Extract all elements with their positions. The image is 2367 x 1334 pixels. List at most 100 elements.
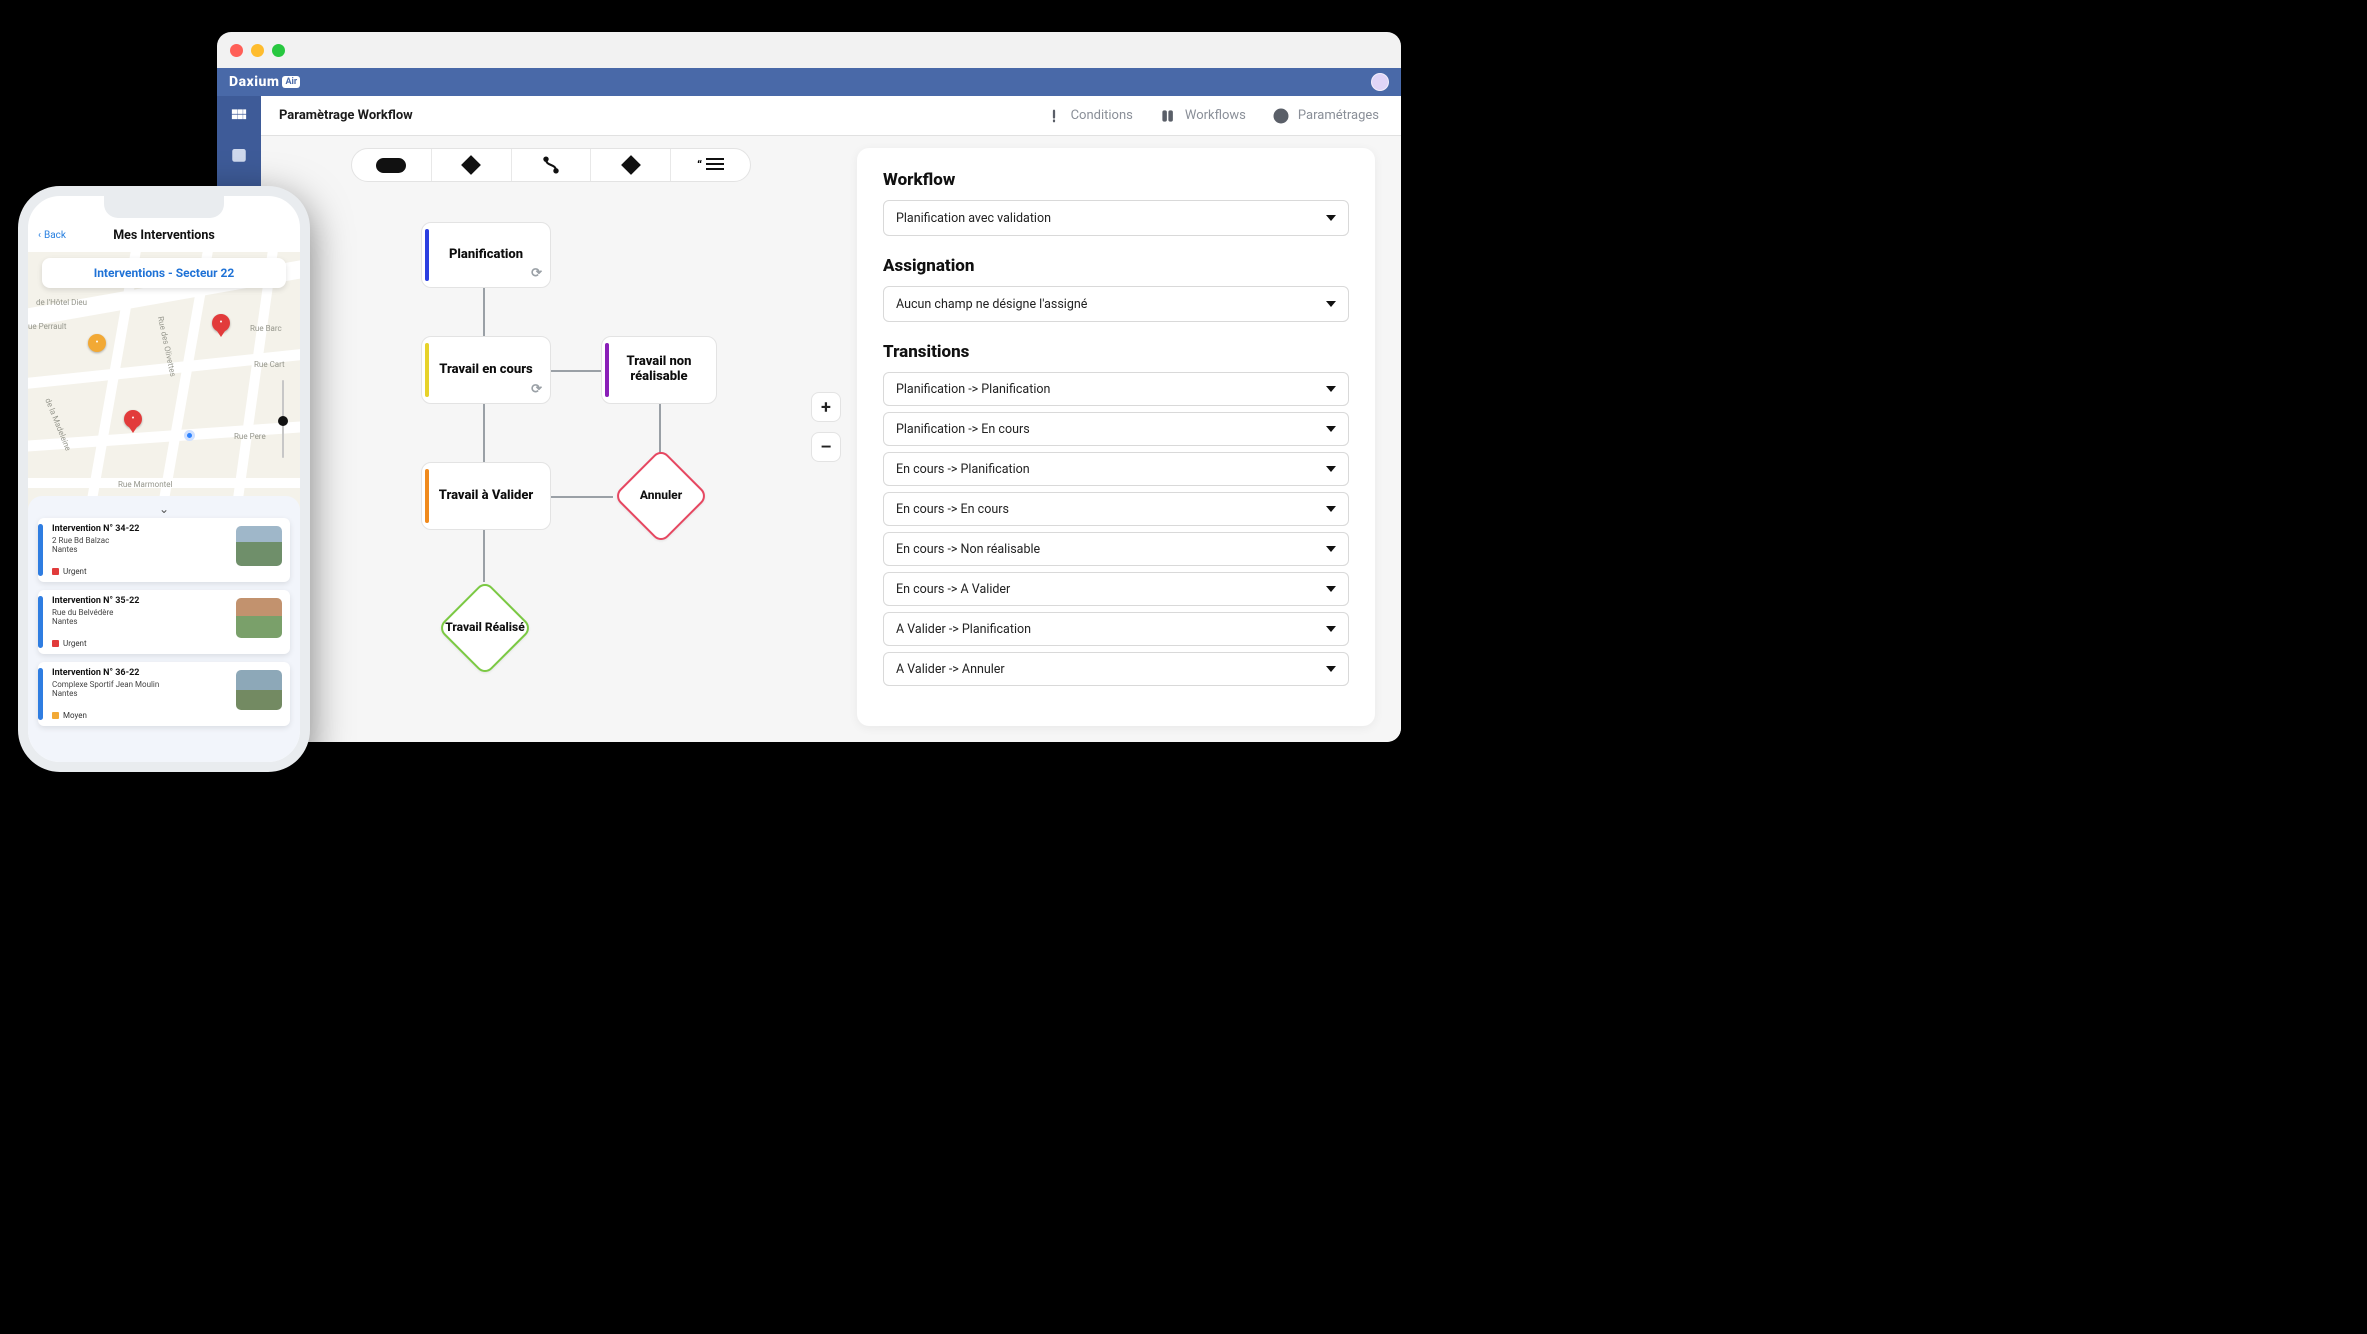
phone-map[interactable]: de l'Hôtel Dieu ue Perrault Rue Barc Rue… xyxy=(28,252,300,512)
transition-item[interactable]: En cours -> A Valider xyxy=(883,572,1349,606)
node-planification[interactable]: Planification ⟳ xyxy=(421,222,551,288)
node-label: Travail à Valider xyxy=(439,489,534,504)
chevron-down-icon xyxy=(1326,666,1336,672)
tab-conditions-label: Conditions xyxy=(1071,108,1133,123)
current-location-icon xyxy=(184,430,195,441)
tool-diamond[interactable] xyxy=(431,149,511,181)
map-pin-icon[interactable]: • xyxy=(124,410,142,428)
transition-item[interactable]: Planification -> En cours xyxy=(883,412,1349,446)
transition-item[interactable]: En cours -> Planification xyxy=(883,452,1349,486)
close-dot-icon[interactable] xyxy=(230,44,243,57)
tab-workflows-label: Workflows xyxy=(1185,108,1246,123)
street-label: ue Perrault xyxy=(28,322,66,331)
map-zoom-knob[interactable] xyxy=(278,416,288,426)
card-priority: Urgent xyxy=(52,567,87,576)
transition-label: En cours -> En cours xyxy=(896,502,1009,517)
card-accent xyxy=(38,524,43,576)
properties-panel: Workflow Planification avec validation A… xyxy=(857,148,1375,726)
chevron-down-icon xyxy=(1326,386,1336,392)
workflow-select[interactable]: Planification avec validation xyxy=(883,200,1349,236)
brand-badge: Air xyxy=(282,76,300,88)
grid-icon[interactable] xyxy=(230,106,248,124)
section-pill[interactable]: Interventions - Secteur 22 xyxy=(42,258,286,288)
brand-logo: Daxium xyxy=(229,74,279,90)
minimize-dot-icon[interactable] xyxy=(251,44,264,57)
card-priority-label: Urgent xyxy=(63,567,87,576)
chevron-down-icon xyxy=(1326,215,1336,221)
tool-rect[interactable] xyxy=(352,149,431,181)
transition-label: Planification -> En cours xyxy=(896,422,1030,437)
chevron-down-icon xyxy=(1326,506,1336,512)
node-annuler[interactable]: Annuler xyxy=(613,448,709,544)
tab-parametrages-label: Paramétrages xyxy=(1298,108,1379,123)
tab-workflows[interactable]: Workflows xyxy=(1159,107,1246,125)
phone-header: ‹Back Mes Interventions xyxy=(28,218,300,252)
node-label: Travail en cours xyxy=(439,363,532,378)
user-avatar[interactable] xyxy=(1371,73,1389,91)
node-travail-non-realisable[interactable]: Travail non réalisable xyxy=(601,336,717,404)
phone-page-title: Mes Interventions xyxy=(28,228,300,243)
card-title: Intervention N° 34-22 xyxy=(52,524,139,534)
shape-toolbar: “ xyxy=(351,148,751,182)
intervention-card[interactable]: Intervention N° 36-22 Complexe Sportif J… xyxy=(38,662,290,726)
calendar-icon[interactable] xyxy=(230,146,248,164)
nav-tabs: Conditions Workflows Paramétrages xyxy=(1045,107,1401,125)
transition-item[interactable]: A Valider -> Planification xyxy=(883,612,1349,646)
intervention-card[interactable]: Intervention N° 34-22 2 Rue Bd Balzac Na… xyxy=(38,518,290,582)
workflow-canvas[interactable]: “ Planification ⟳ Travail en cours ⟳ xyxy=(261,136,1401,742)
chevron-down-icon xyxy=(1326,466,1336,472)
bottom-sheet[interactable]: ⌄ Intervention N° 34-22 2 Rue Bd Balzac … xyxy=(28,496,300,762)
sheet-handle-icon[interactable]: ⌄ xyxy=(159,502,169,516)
chevron-down-icon xyxy=(1326,626,1336,632)
zoom-out-button[interactable]: – xyxy=(811,432,841,462)
gear-icon xyxy=(1272,107,1290,125)
card-address: Rue du Belvédère Nantes xyxy=(52,608,113,626)
phone-mockup: de l'Hôtel Dieu ue Perrault Rue Barc Rue… xyxy=(18,186,310,772)
node-label: Planification xyxy=(449,248,523,263)
transition-item[interactable]: A Valider -> Annuler xyxy=(883,652,1349,686)
chevron-down-icon xyxy=(1326,301,1336,307)
section-pill-label: Interventions - Secteur 22 xyxy=(94,266,235,280)
transition-item[interactable]: En cours -> En cours xyxy=(883,492,1349,526)
phone-notch xyxy=(104,196,224,218)
card-accent xyxy=(38,668,43,720)
zoom-in-button[interactable]: + xyxy=(811,392,841,422)
tab-parametrages[interactable]: Paramétrages xyxy=(1272,107,1379,125)
connector xyxy=(483,288,485,336)
card-address: 2 Rue Bd Balzac Nantes xyxy=(52,536,109,554)
node-label: Travail non réalisable xyxy=(610,355,708,385)
map-pin-icon[interactable]: • xyxy=(212,314,230,332)
map-pin-icon[interactable]: • xyxy=(88,334,106,352)
tool-list[interactable]: “ xyxy=(670,149,750,181)
fullscreen-dot-icon[interactable] xyxy=(272,44,285,57)
top-nav: Paramètrage Workflow Conditions Workflow… xyxy=(261,96,1401,136)
card-thumbnail xyxy=(236,526,282,566)
transition-label: Planification -> Planification xyxy=(896,382,1050,397)
street-label: de l'Hôtel Dieu xyxy=(36,298,87,307)
zoom-controls: + – xyxy=(811,392,841,462)
mac-titlebar xyxy=(217,32,1401,68)
tab-conditions[interactable]: Conditions xyxy=(1045,107,1133,125)
card-priority-label: Moyen xyxy=(63,711,87,720)
transition-label: En cours -> A Valider xyxy=(896,582,1010,597)
transition-label: En cours -> Planification xyxy=(896,462,1030,477)
app-window: Daxium Air Paramètrage Workflow Conditio… xyxy=(217,32,1401,742)
tool-connector[interactable] xyxy=(511,149,591,181)
node-travail-a-valider[interactable]: Travail à Valider xyxy=(421,462,551,530)
assignation-select[interactable]: Aucun champ ne désigne l'assigné xyxy=(883,286,1349,322)
card-accent xyxy=(38,596,43,648)
exclamation-icon xyxy=(1045,107,1063,125)
connector xyxy=(483,404,485,462)
transition-item[interactable]: Planification -> Planification xyxy=(883,372,1349,406)
intervention-card[interactable]: Intervention N° 35-22 Rue du Belvédère N… xyxy=(38,590,290,654)
street-label: Rue Marmontel xyxy=(118,480,172,489)
assignation-select-value: Aucun champ ne désigne l'assigné xyxy=(896,297,1087,312)
traffic-lights[interactable] xyxy=(230,44,285,57)
priority-color-icon xyxy=(52,640,59,647)
node-travail-realise[interactable]: Travail Réalisé xyxy=(437,580,533,676)
connector xyxy=(551,370,601,372)
refresh-icon: ⟳ xyxy=(531,383,542,398)
tool-diamond-2[interactable] xyxy=(590,149,670,181)
transition-item[interactable]: En cours -> Non réalisable xyxy=(883,532,1349,566)
node-travail-en-cours[interactable]: Travail en cours ⟳ xyxy=(421,336,551,404)
